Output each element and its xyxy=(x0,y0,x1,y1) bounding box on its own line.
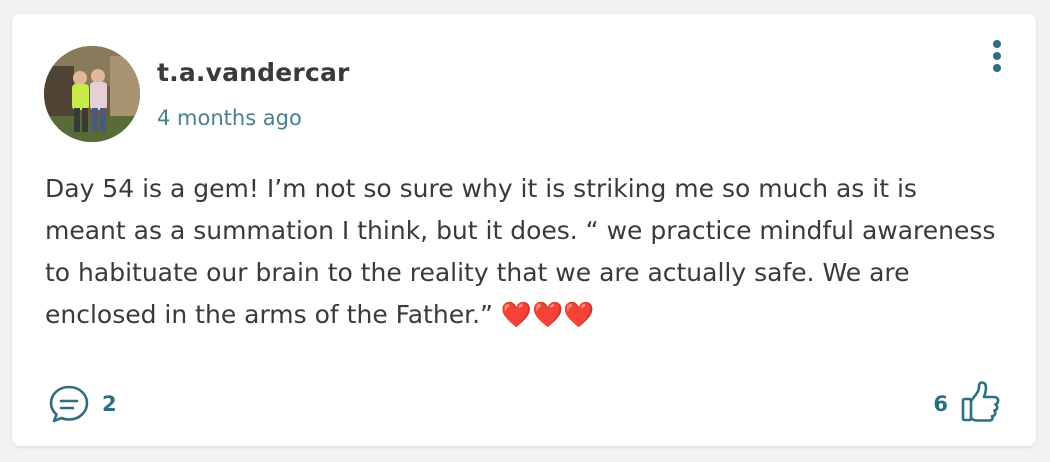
like-button[interactable] xyxy=(960,380,1002,424)
comment-button[interactable] xyxy=(48,384,90,424)
comment-count[interactable]: 2 xyxy=(102,392,117,416)
author-name[interactable]: t.a.vandercar xyxy=(157,58,350,87)
avatar[interactable] xyxy=(44,46,140,142)
post-card: t.a.vandercar 4 months ago Day 54 is a g… xyxy=(12,14,1036,446)
avatar-photo xyxy=(44,46,140,142)
comment-bubble-icon xyxy=(49,385,89,423)
more-vertical-icon xyxy=(988,40,1006,72)
post-body: Day 54 is a gem! I’m not so sure why it … xyxy=(45,174,996,329)
thumbs-up-icon xyxy=(961,381,1000,422)
post-timestamp: 4 months ago xyxy=(157,106,302,130)
more-options-button[interactable] xyxy=(988,40,1006,76)
like-count[interactable]: 6 xyxy=(933,392,948,416)
